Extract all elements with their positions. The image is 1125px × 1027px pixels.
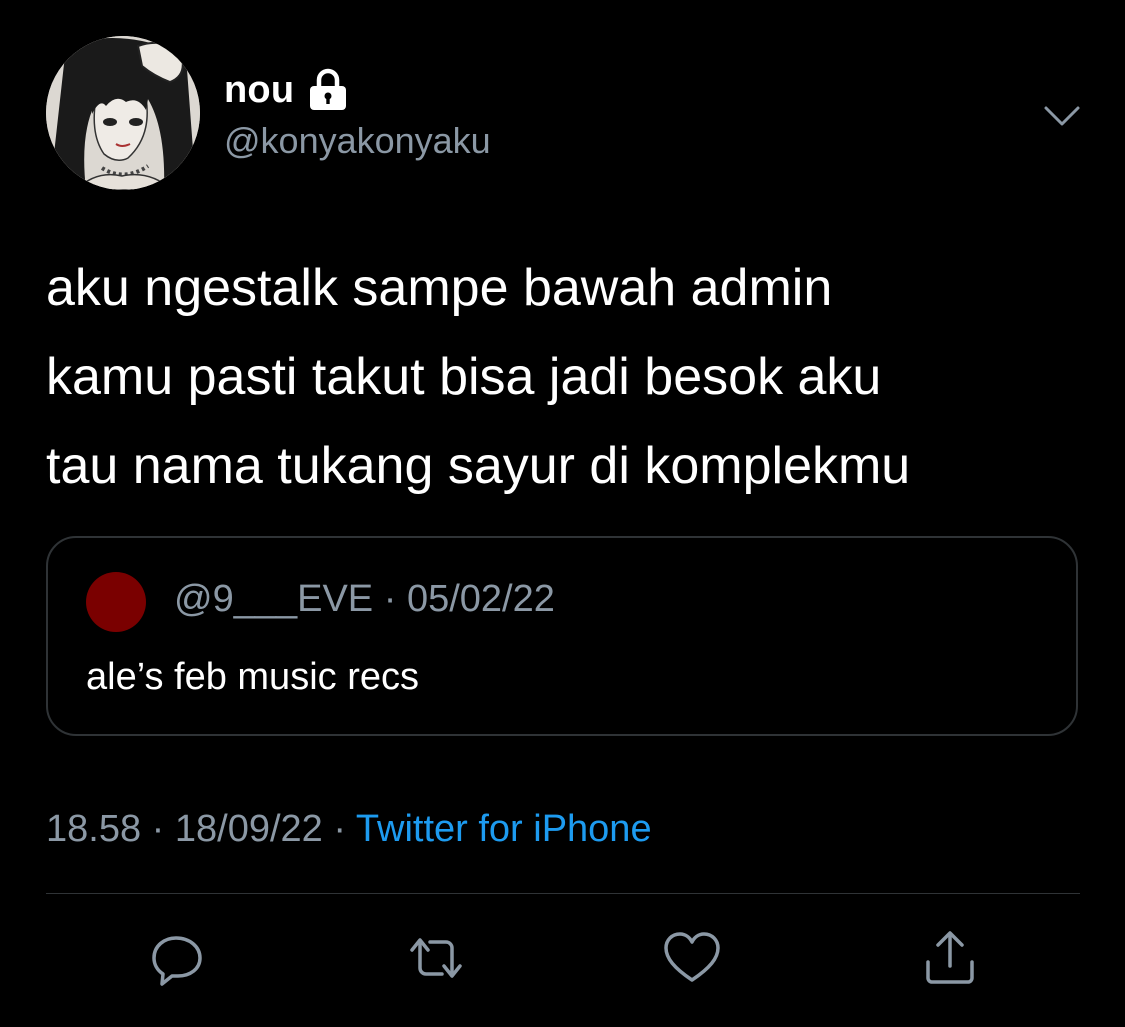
tweet-date: 18/09/22 <box>174 808 323 850</box>
tweet-text-line: tau nama tukang sayur di komplekmu <box>46 437 911 495</box>
quoted-date: 05/02/22 <box>406 578 555 620</box>
user-handle[interactable]: @konyakonyaku <box>224 120 491 162</box>
reply-icon <box>152 936 202 986</box>
quoted-avatar <box>86 572 146 632</box>
share-icon <box>926 931 974 984</box>
retweet-button[interactable] <box>404 926 468 990</box>
reply-button[interactable] <box>146 926 210 990</box>
tweet-text-line: aku ngestalk sampe bawah admin <box>46 259 833 317</box>
quoted-text: ale’s feb music recs <box>86 656 419 698</box>
display-name[interactable]: nou <box>224 69 294 112</box>
action-bar <box>0 926 1125 996</box>
heart-icon <box>664 932 720 982</box>
quoted-meta: @9___EVE · 05/02/22 <box>174 578 555 621</box>
chevron-down-icon[interactable] <box>1040 96 1084 136</box>
avatar[interactable] <box>46 36 200 190</box>
meta-separator: · <box>151 808 165 850</box>
meta-separator: · <box>333 808 347 850</box>
tweet-text: aku ngestalk sampe bawah admin kamu past… <box>46 244 1086 511</box>
tweet-source-link[interactable]: Twitter for iPhone <box>356 808 652 850</box>
display-name-row: nou <box>224 66 348 114</box>
tweet-header: nou @konyakonyaku <box>0 0 1125 200</box>
quoted-tweet-card[interactable]: @9___EVE · 05/02/22 ale’s feb music recs <box>46 536 1078 736</box>
tweet-text-line: kamu pasti takut bisa jadi besok aku <box>46 348 882 406</box>
tweet-time: 18.58 <box>46 808 142 850</box>
lock-icon <box>308 68 348 112</box>
avatar-image <box>46 36 200 190</box>
retweet-icon <box>410 938 462 978</box>
quoted-handle: @9___EVE <box>174 578 374 620</box>
like-button[interactable] <box>660 926 724 990</box>
tweet-meta: 18.58 · 18/09/22 · Twitter for iPhone <box>46 808 652 851</box>
quoted-separator: · <box>383 578 397 620</box>
divider <box>46 893 1080 894</box>
share-button[interactable] <box>918 926 982 990</box>
